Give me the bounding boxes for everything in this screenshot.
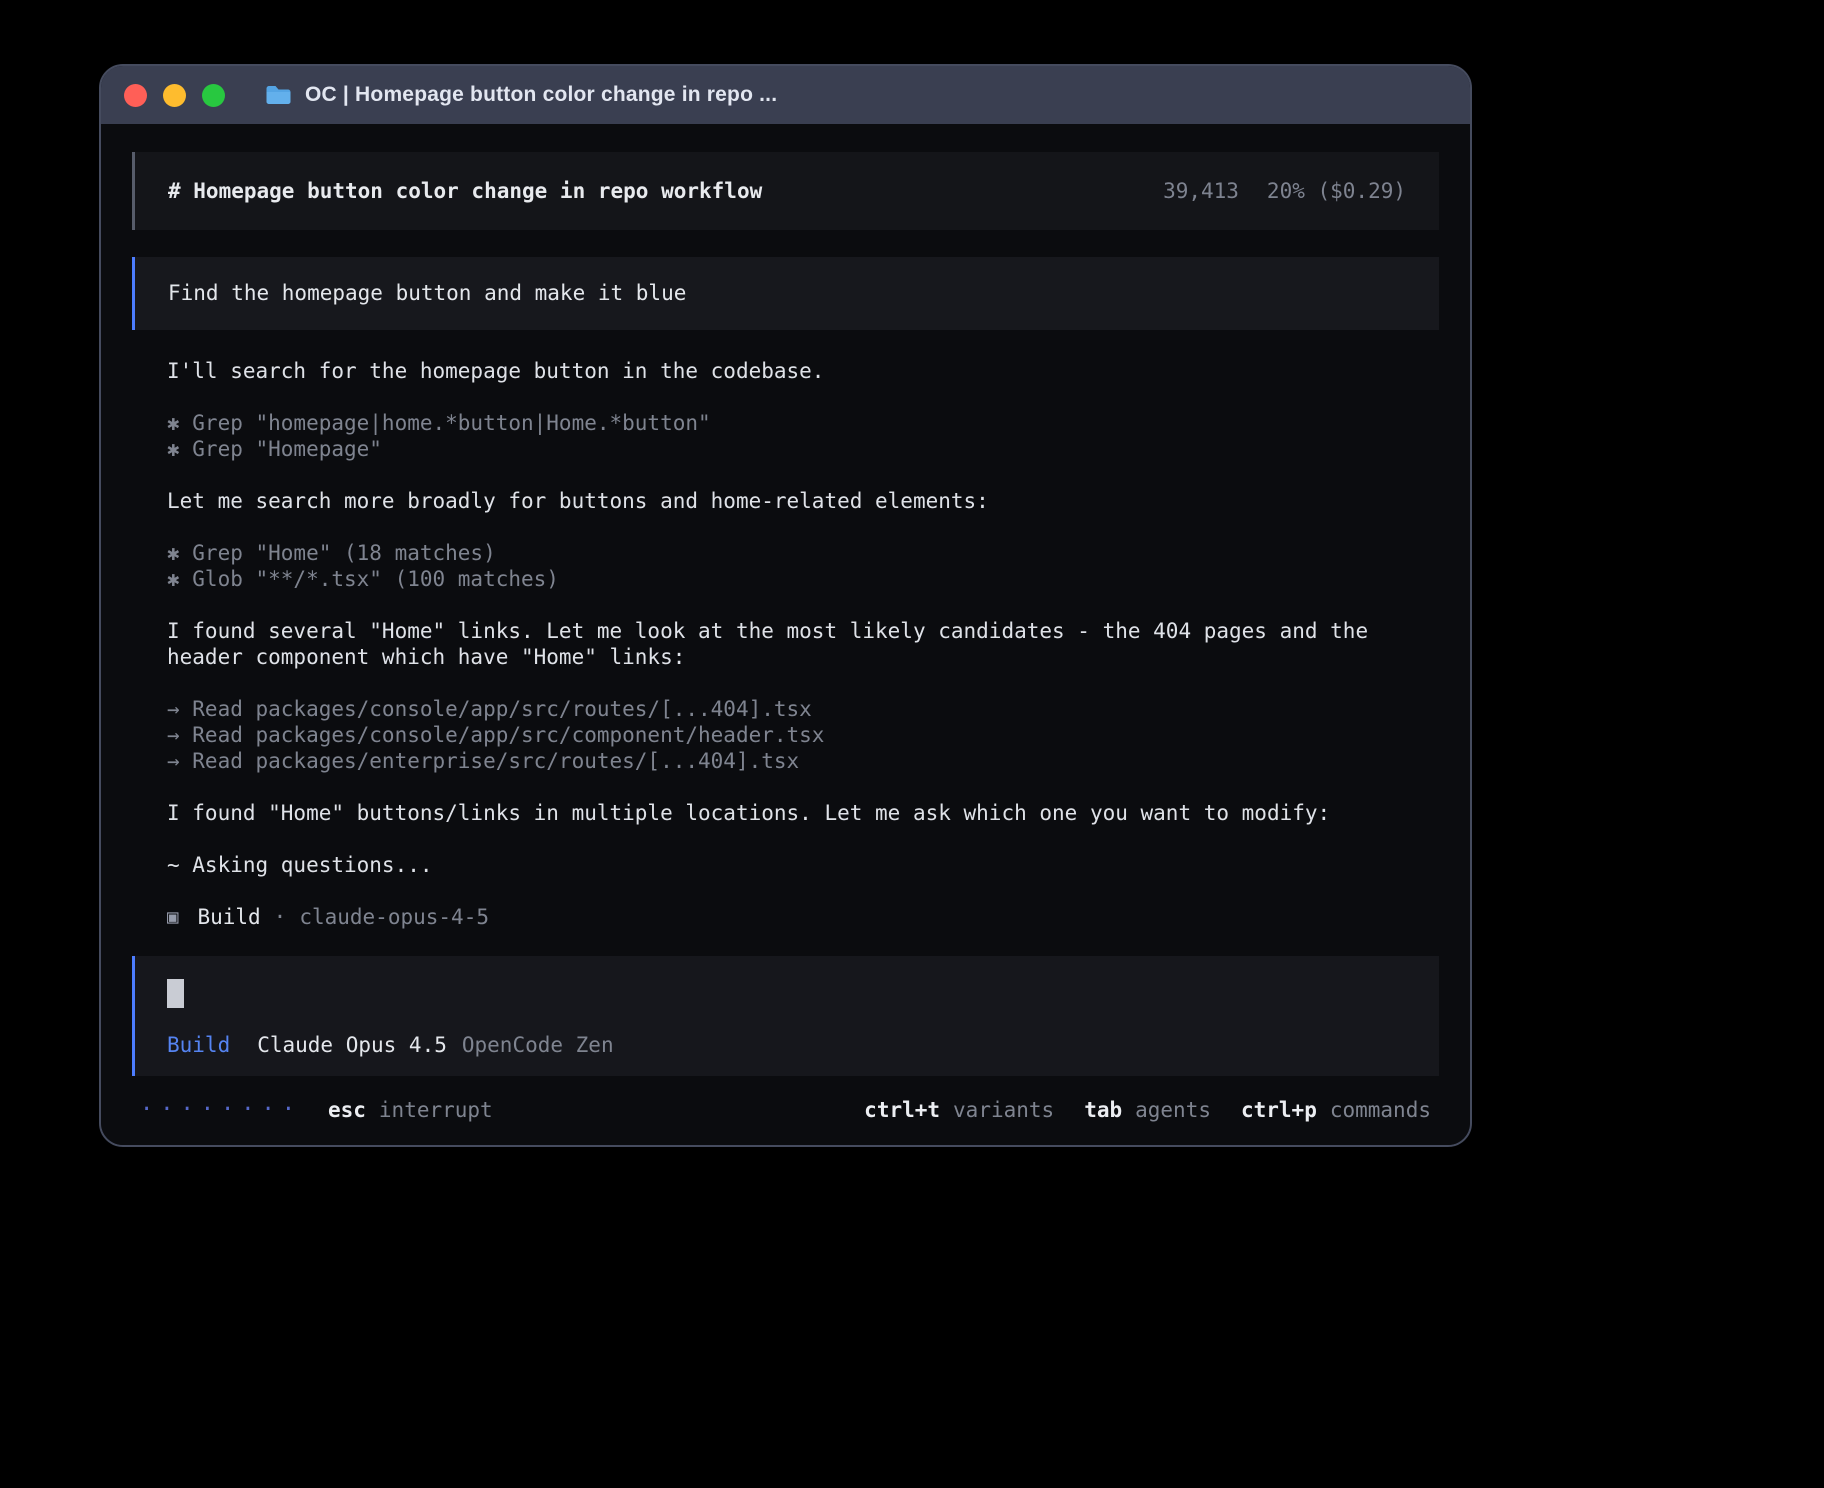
shortcut-key: ctrl+p xyxy=(1241,1098,1317,1122)
tool-call-group: ✱ Grep "Home" (18 matches) ✱ Glob "**/*.… xyxy=(167,540,1439,592)
folder-icon xyxy=(265,84,292,106)
agent-icon: ▣ xyxy=(167,904,178,930)
close-button[interactable] xyxy=(124,84,147,107)
agent-status-line: ▣ Build · claude-opus-4-5 xyxy=(167,904,1439,930)
token-count: 39,413 xyxy=(1163,179,1239,203)
terminal-content: # Homepage button color change in repo w… xyxy=(101,124,1470,1145)
shortcut-agents: tab agents xyxy=(1084,1098,1211,1122)
window-titlebar[interactable]: OC | Homepage button color change in rep… xyxy=(101,66,1470,124)
agent-mode-label[interactable]: Build xyxy=(167,1033,230,1057)
status-left: ········ esc interrupt xyxy=(140,1097,493,1122)
minimize-button[interactable] xyxy=(163,84,186,107)
shortcut-variants: ctrl+t variants xyxy=(864,1098,1054,1122)
shortcut-label: commands xyxy=(1330,1098,1431,1122)
window-title-group: OC | Homepage button color change in rep… xyxy=(265,83,777,107)
assistant-text-candidates: I found several "Home" links. Let me loo… xyxy=(167,618,1439,670)
shortcut-commands: ctrl+p commands xyxy=(1241,1098,1431,1122)
window-title: OC | Homepage button color change in rep… xyxy=(305,83,777,107)
text-cursor xyxy=(167,979,184,1008)
context-percent-cost: 20% ($0.29) xyxy=(1267,179,1406,203)
traffic-lights xyxy=(124,84,241,107)
provider-name: OpenCode Zen xyxy=(462,1033,614,1057)
tool-call-group: ✱ Grep "homepage|home.*button|Home.*butt… xyxy=(167,410,1439,462)
tool-call-grep-3: ✱ Grep "Home" (18 matches) xyxy=(167,540,1439,566)
tool-call-group: → Read packages/console/app/src/routes/[… xyxy=(167,696,1439,774)
tool-call-grep-2: ✱ Grep "Homepage" xyxy=(167,436,1439,462)
status-right: ctrl+t variants tab agents ctrl+p comman… xyxy=(834,1098,1431,1122)
assistant-text-broaden: Let me search more broadly for buttons a… xyxy=(167,488,1439,514)
agent-model-name: claude-opus-4-5 xyxy=(299,904,489,930)
tool-call-read-1: → Read packages/console/app/src/routes/[… xyxy=(167,696,1439,722)
status-bar: ········ esc interrupt ctrl+t variants t… xyxy=(132,1097,1439,1122)
user-message: Find the homepage button and make it blu… xyxy=(132,257,1439,330)
assistant-text-found: I found "Home" buttons/links in multiple… xyxy=(167,800,1439,826)
tool-call-glob: ✱ Glob "**/*.tsx" (100 matches) xyxy=(167,566,1439,592)
shortcut-label: agents xyxy=(1135,1098,1211,1122)
session-title: # Homepage button color change in repo w… xyxy=(168,179,762,203)
user-message-text: Find the homepage button and make it blu… xyxy=(168,281,686,305)
prompt-input[interactable]: Build Claude Opus 4.5 OpenCode Zen xyxy=(132,956,1439,1076)
session-header: # Homepage button color change in repo w… xyxy=(132,152,1439,230)
assistant-status-asking: ~ Asking questions... xyxy=(167,852,1439,878)
input-status-line: Build Claude Opus 4.5 OpenCode Zen xyxy=(167,1033,1407,1057)
assistant-text-intro: I'll search for the homepage button in t… xyxy=(167,358,1439,384)
tool-call-grep-1: ✱ Grep "homepage|home.*button|Home.*butt… xyxy=(167,410,1439,436)
session-stats: 39,413 20% ($0.29) xyxy=(1163,179,1406,203)
tool-call-read-2: → Read packages/console/app/src/componen… xyxy=(167,722,1439,748)
shortcut-label: variants xyxy=(953,1098,1054,1122)
assistant-transcript: I'll search for the homepage button in t… xyxy=(167,358,1439,930)
esc-action-label: interrupt xyxy=(379,1098,493,1122)
shortcut-key: ctrl+t xyxy=(864,1098,940,1122)
spinner-dots-icon: ········ xyxy=(140,1097,302,1122)
maximize-button[interactable] xyxy=(202,84,225,107)
esc-key-hint: esc xyxy=(328,1098,366,1122)
agent-name: Build xyxy=(197,904,260,930)
terminal-window: OC | Homepage button color change in rep… xyxy=(99,64,1472,1147)
agent-separator: · xyxy=(274,904,287,930)
tool-call-read-3: → Read packages/enterprise/src/routes/[.… xyxy=(167,748,1439,774)
model-name[interactable]: Claude Opus 4.5 xyxy=(257,1033,447,1057)
shortcut-key: tab xyxy=(1084,1098,1122,1122)
